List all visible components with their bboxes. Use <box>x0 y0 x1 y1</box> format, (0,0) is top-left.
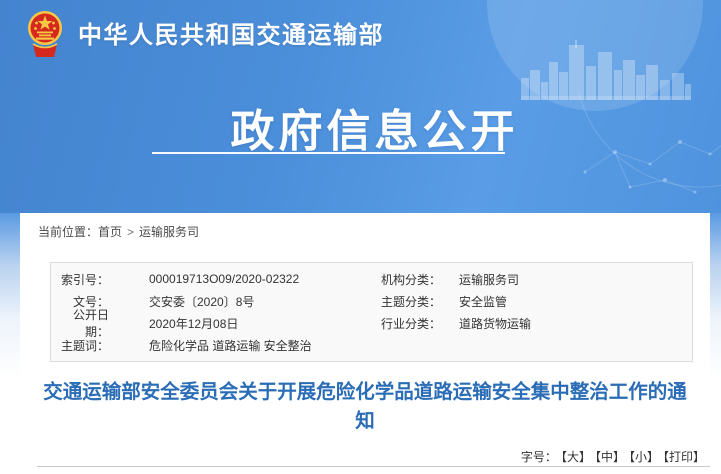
breadcrumb-separator: > <box>127 225 134 239</box>
meta-label-org: 机构分类： <box>359 271 441 288</box>
fontsize-large-button[interactable]: 【大】 <box>561 450 591 464</box>
meta-label-date: 公开日期： <box>51 306 109 340</box>
meta-label-keywords: 主题词： <box>51 337 109 354</box>
site-header: 中华人民共和国交通运输部 <box>27 8 384 57</box>
breadcrumb-home-link[interactable]: 首页 <box>98 225 122 239</box>
page-title: 政府信息公开 <box>0 95 721 159</box>
meta-value-keywords: 危险化学品 道路运输 安全整治 <box>109 337 359 354</box>
breadcrumb-section-link[interactable]: 运输服务司 <box>139 225 199 239</box>
title-underline <box>152 152 505 154</box>
content-card: 当前位置：首页 > 运输服务司 索引号： 000019713O09/2020-023… <box>20 213 710 474</box>
document-title: 交通运输部安全委员会关于开展危险化学品道路运输安全集中整治工作的通知 <box>20 378 710 436</box>
breadcrumb-label: 当前位置： <box>38 225 98 239</box>
national-emblem-icon <box>27 8 63 57</box>
print-button[interactable]: 【打印】 <box>663 450 705 464</box>
meta-value-org: 运输服务司 <box>441 271 692 288</box>
breadcrumb: 当前位置：首页 > 运输服务司 <box>20 213 710 240</box>
fontsize-label: 字号： <box>521 450 557 464</box>
meta-value-topic: 安全监管 <box>441 293 692 310</box>
document-meta-table: 索引号： 000019713O09/2020-02322 机构分类： 运输服务司… <box>50 262 693 362</box>
table-row: 公开日期： 2020年12月08日 行业分类： 道路货物运输 <box>51 312 692 334</box>
fontsize-toolbar: 字号： 【大】【中】【小】【打印】 <box>521 448 705 465</box>
fontsize-medium-button[interactable]: 【中】 <box>595 450 625 464</box>
top-banner: 中华人民共和国交通运输部 政府信息公开 <box>0 0 721 213</box>
meta-label-index: 索引号： <box>51 271 109 288</box>
table-row: 索引号： 000019713O09/2020-02322 机构分类： 运输服务司 <box>51 268 692 290</box>
fontsize-small-button[interactable]: 【小】 <box>629 450 659 464</box>
meta-value-date: 2020年12月08日 <box>109 315 359 332</box>
meta-label-topic: 主题分类： <box>359 293 441 310</box>
table-row: 文号： 交安委〔2020〕8号 主题分类： 安全监管 <box>51 290 692 312</box>
city-skyline-icon <box>521 40 691 100</box>
table-row: 主题词： 危险化学品 道路运输 安全整治 <box>51 334 692 356</box>
meta-value-index: 000019713O09/2020-02322 <box>109 272 359 286</box>
site-title: 中华人民共和国交通运输部 <box>78 15 384 50</box>
meta-value-docno: 交安委〔2020〕8号 <box>109 293 359 310</box>
meta-value-industry: 道路货物运输 <box>441 315 692 332</box>
content-divider <box>37 466 710 467</box>
meta-label-industry: 行业分类： <box>359 315 441 332</box>
